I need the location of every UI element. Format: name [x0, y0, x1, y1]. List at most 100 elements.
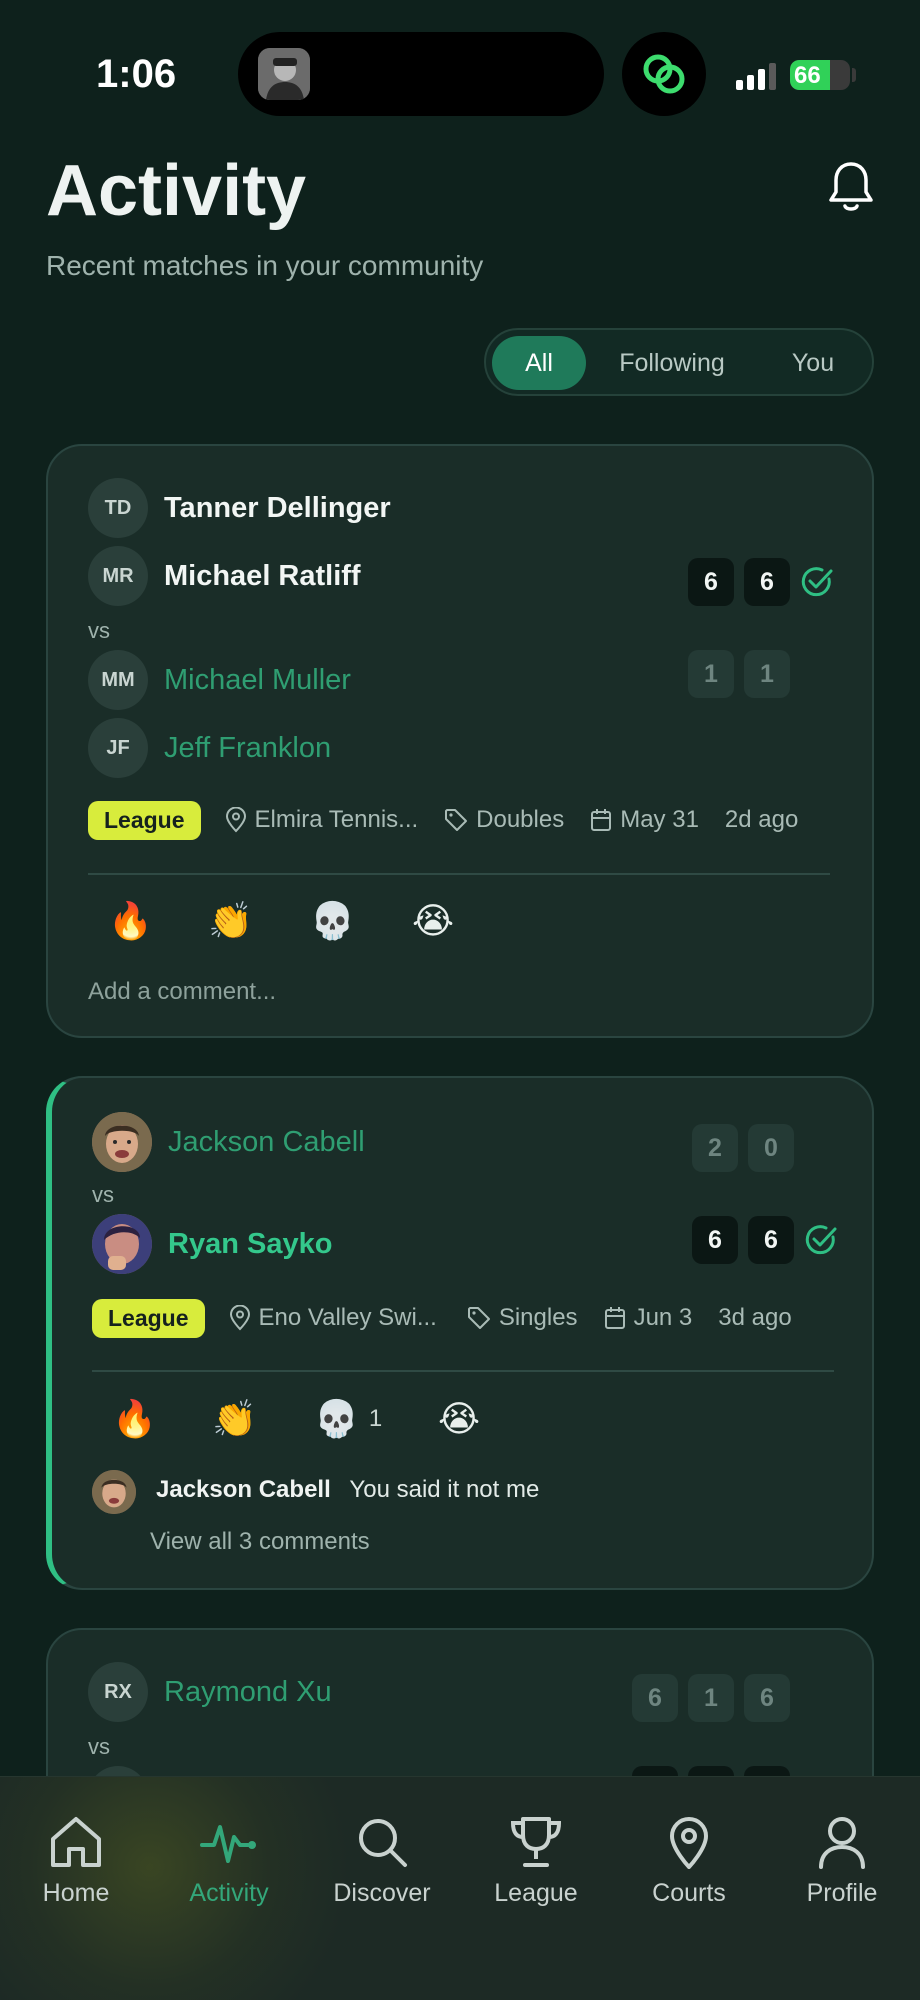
page-title: Activity [46, 151, 307, 231]
map-pin-icon [229, 1305, 250, 1331]
page-subtitle: Recent matches in your community [46, 250, 484, 281]
dynamic-island [238, 32, 604, 116]
reaction-clap[interactable]: 👏 [212, 1398, 257, 1440]
comment-text: You said it not me [349, 1476, 540, 1503]
reaction-skull[interactable]: 💀 [310, 900, 355, 942]
clap-icon: 👏 [208, 900, 253, 941]
set-score: 1 [744, 650, 790, 698]
avatar: MM [88, 650, 148, 710]
tab-label: Profile [806, 1879, 878, 1907]
avatar [92, 1214, 152, 1274]
match-format: Singles [498, 1304, 578, 1331]
league-badge: League [88, 800, 201, 840]
app-link-icon [622, 32, 706, 116]
tag-icon [445, 809, 468, 831]
activity-icon [200, 1825, 256, 1863]
reaction-crying[interactable]: 😭 [438, 1398, 480, 1440]
set-score: 6 [744, 558, 790, 606]
crying-icon: 😭 [438, 1398, 481, 1439]
add-comment-input[interactable]: Add a comment... [88, 978, 276, 1006]
search-icon [359, 1819, 407, 1867]
match-location[interactable]: Elmira Tennis... [255, 806, 419, 834]
battery-level: 66 [794, 62, 821, 89]
player-name[interactable]: Ryan Sayko [168, 1228, 332, 1261]
match-card[interactable]: Jackson Cabell 2 0 vs Ryan Sayko 6 6 Lea… [46, 1076, 874, 1590]
signal-icon [736, 63, 776, 90]
player-name[interactable]: Jeff Franklon [164, 732, 331, 765]
match-date: Jun 3 [633, 1304, 693, 1331]
map-pin-icon [225, 807, 246, 833]
tab-label: Home [42, 1879, 110, 1907]
vs-label: vs [88, 618, 110, 643]
set-score: 6 [692, 1216, 738, 1264]
avatar: MR [88, 546, 148, 606]
set-score: 6 [632, 1674, 678, 1722]
league-badge: League [92, 1298, 205, 1338]
match-meta: League Elmira Tennis... Doubles May 31 2… [88, 800, 848, 840]
calendar-icon [604, 1307, 625, 1329]
tab-courts[interactable]: Courts [619, 1815, 759, 1908]
filter-all[interactable]: All [492, 336, 586, 390]
match-card[interactable]: TD Tanner Dellinger MR Michael Ratliff 6… [46, 444, 874, 1038]
filter-segmented-control: All Following You [484, 328, 874, 396]
fire-icon: 🔥 [108, 900, 153, 941]
set-score: 6 [748, 1216, 794, 1264]
check-circle-icon [801, 567, 833, 597]
filter-you[interactable]: You [758, 336, 868, 390]
tab-profile[interactable]: Profile [772, 1815, 912, 1908]
view-all-comments-link[interactable]: View all 3 comments [150, 1528, 370, 1556]
tag-icon [467, 1307, 490, 1329]
set-score: 1 [688, 650, 734, 698]
tab-label: Courts [652, 1879, 726, 1907]
home-icon [51, 1817, 101, 1867]
set-score: 0 [748, 1124, 794, 1172]
set-score: 6 [744, 1674, 790, 1722]
player-name[interactable]: Jackson Cabell [168, 1126, 365, 1159]
tab-label: League [494, 1879, 578, 1907]
tab-discover[interactable]: Discover [312, 1815, 452, 1908]
fire-icon: 🔥 [112, 1398, 157, 1439]
tab-label: Activity [189, 1879, 269, 1907]
match-time-ago: 3d ago [718, 1304, 792, 1331]
bell-icon[interactable] [826, 160, 876, 214]
tab-bar: Home Activity Discover League Courts Pro… [0, 1776, 920, 2000]
reaction-clap[interactable]: 👏 [208, 900, 253, 942]
clap-icon: 👏 [212, 1398, 257, 1439]
comment-author[interactable]: Jackson Cabell [156, 1476, 331, 1503]
reaction-fire[interactable]: 🔥 [112, 1398, 157, 1440]
player-name[interactable]: Michael Muller [164, 664, 351, 697]
player-name[interactable]: Raymond Xu [164, 1676, 332, 1709]
divider [88, 873, 830, 875]
status-time: 1:06 [96, 52, 177, 96]
reaction-skull[interactable]: 💀 1 [314, 1398, 382, 1440]
reaction-crying[interactable]: 😭 [412, 900, 454, 942]
tab-league[interactable]: League [466, 1815, 606, 1908]
island-avatar [258, 48, 310, 100]
vs-label: vs [92, 1182, 114, 1207]
tab-activity[interactable]: Activity [159, 1815, 299, 1908]
trophy-icon [510, 1817, 562, 1867]
vs-label: vs [88, 1734, 110, 1759]
player-name[interactable]: Michael Ratliff [164, 560, 361, 593]
calendar-icon [591, 809, 612, 831]
match-date: May 31 [620, 806, 699, 833]
tab-home[interactable]: Home [6, 1815, 146, 1908]
skull-icon: 💀 [310, 900, 355, 941]
match-location[interactable]: Eno Valley Swi... [259, 1304, 437, 1332]
status-bar: 1:06 66 [0, 0, 920, 150]
avatar [92, 1470, 136, 1514]
match-meta: League Eno Valley Swi... Singles Jun 3 3… [92, 1298, 852, 1338]
comment: Jackson Cabell You said it not me [156, 1476, 539, 1504]
tab-label: Discover [333, 1879, 431, 1907]
person-icon [819, 1817, 865, 1869]
check-circle-icon [805, 1225, 837, 1255]
player-name[interactable]: Tanner Dellinger [164, 492, 391, 525]
crying-icon: 😭 [412, 900, 455, 941]
filter-following[interactable]: Following [600, 336, 744, 390]
skull-icon: 💀 [314, 1398, 359, 1439]
set-score: 1 [688, 1674, 734, 1722]
avatar: RX [88, 1662, 148, 1722]
reaction-count: 1 [368, 1405, 383, 1432]
set-score: 6 [688, 558, 734, 606]
reaction-fire[interactable]: 🔥 [108, 900, 153, 942]
